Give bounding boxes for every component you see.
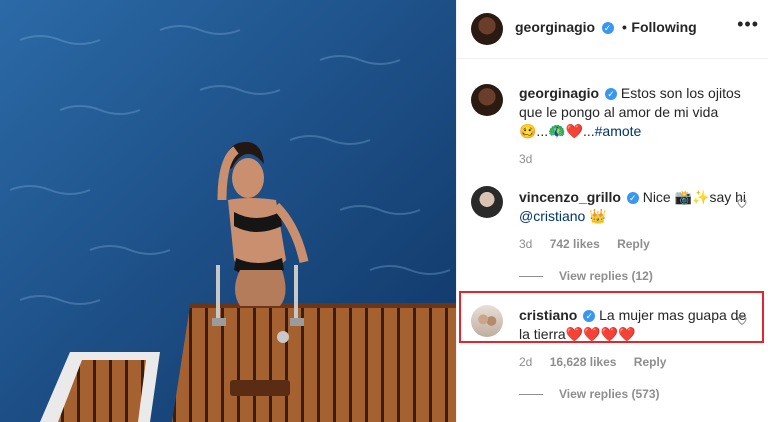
view-replies-button[interactable]: View replies (12) [519, 269, 653, 283]
comment-text-end: 👑 [585, 208, 607, 224]
caption: georginagio ✓ Estos son los ojitos que l… [519, 84, 749, 141]
view-replies-line [519, 394, 543, 395]
comment-likes[interactable]: 16,628 likes [550, 355, 617, 369]
verified-badge-icon: ✓ [626, 192, 639, 204]
post-side-panel: georginagio ✓ • Following ••• georginagi… [456, 0, 768, 422]
view-replies-button[interactable]: View replies (573) [519, 387, 660, 401]
post-header: georginagio ✓ • Following ••• [457, 0, 768, 59]
caption-time[interactable]: 3d [519, 152, 532, 166]
comment-time[interactable]: 3d [519, 237, 532, 251]
caption-hashtag[interactable]: #amote [595, 123, 642, 139]
comment-text-block: vincenzo_grillo ✓ Nice 📸✨say hi @cristia… [519, 188, 749, 226]
verified-badge-icon: ✓ [605, 88, 618, 100]
view-replies-label: View replies (12) [559, 269, 653, 283]
post-photo[interactable] [0, 0, 456, 422]
header-separator: • [622, 19, 627, 35]
reply-button[interactable]: Reply [634, 355, 667, 369]
caption-username[interactable]: georginagio [519, 85, 599, 101]
comment-text: Nice 📸✨say hi [642, 189, 747, 205]
verified-badge-icon: ✓ [601, 22, 614, 34]
instagram-post-view: georginagio ✓ • Following ••• georginagi… [0, 0, 768, 422]
reply-button[interactable]: Reply [617, 237, 650, 251]
more-options-icon[interactable]: ••• [737, 14, 759, 35]
author-username[interactable]: georginagio [515, 19, 595, 35]
caption-meta: 3d [519, 152, 546, 166]
comment-meta: 2d 16,628 likes Reply [519, 355, 680, 369]
comment-mention[interactable]: @cristiano [519, 208, 585, 224]
comment-time[interactable]: 2d [519, 355, 532, 369]
comment-meta: 3d 742 likes Reply [519, 237, 664, 251]
author-avatar[interactable] [471, 13, 503, 45]
comment-avatar[interactable] [471, 186, 503, 218]
header-user: georginagio ✓ • Following [515, 19, 697, 37]
view-replies-line [519, 276, 543, 277]
following-button[interactable]: Following [631, 19, 696, 35]
like-comment-heart-icon[interactable] [736, 197, 748, 209]
comment-likes[interactable]: 742 likes [550, 237, 600, 251]
caption-avatar[interactable] [471, 84, 503, 116]
highlight-box [459, 291, 764, 343]
comment-username[interactable]: vincenzo_grillo [519, 189, 621, 205]
view-replies-label: View replies (573) [559, 387, 660, 401]
post-photo-illustration [0, 0, 456, 422]
